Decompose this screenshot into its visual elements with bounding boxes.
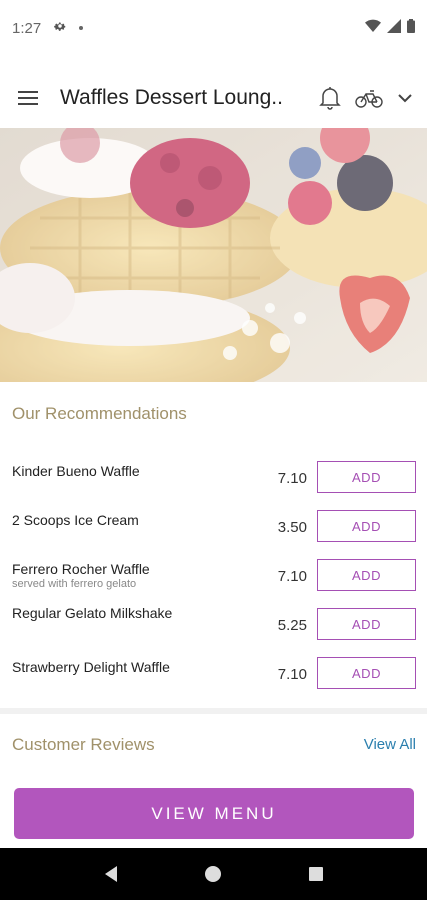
list-item: Strawberry Delight Waffle 7.10 ADD: [0, 648, 427, 697]
add-button[interactable]: ADD: [317, 461, 416, 493]
item-price: 7.10: [277, 666, 307, 683]
item-name: Strawberry Delight Waffle: [12, 659, 170, 675]
home-icon[interactable]: [193, 854, 233, 894]
recommendations-list: Kinder Bueno Waffle 7.10 ADD 2 Scoops Ic…: [0, 452, 427, 697]
recommendations-title: Our Recommendations: [12, 404, 187, 423]
list-item: Kinder Bueno Waffle 7.10 ADD: [0, 452, 427, 501]
add-button[interactable]: ADD: [317, 559, 416, 591]
item-name: Regular Gelato Milkshake: [12, 605, 173, 621]
add-button[interactable]: ADD: [317, 510, 416, 542]
gear-icon: [53, 19, 67, 37]
reviews-title: Customer Reviews: [12, 735, 155, 754]
wifi-icon: [365, 19, 381, 37]
item-name: Ferrero Rocher Waffle: [12, 561, 150, 577]
app-title: Waffles Dessert Loung..: [60, 86, 283, 109]
menu-icon[interactable]: [18, 85, 44, 111]
item-name: Kinder Bueno Waffle: [12, 463, 140, 479]
add-button[interactable]: ADD: [317, 608, 416, 640]
section-divider: [0, 708, 427, 714]
item-price: 5.25: [277, 617, 307, 634]
battery-icon: [407, 19, 415, 37]
system-nav-bar: [0, 848, 427, 900]
add-button[interactable]: ADD: [317, 657, 416, 689]
list-item: Regular Gelato Milkshake 5.25 ADD: [0, 599, 427, 648]
list-item: Ferrero Rocher Waffle served with ferrer…: [0, 550, 427, 599]
item-price: 3.50: [277, 519, 307, 536]
item-name: 2 Scoops Ice Cream: [12, 512, 139, 528]
bell-icon[interactable]: [319, 86, 341, 110]
app-bar: Waffles Dessert Loung..: [0, 70, 427, 126]
back-icon[interactable]: [91, 854, 131, 894]
item-price: 7.10: [277, 470, 307, 487]
view-menu-button[interactable]: VIEW MENU: [14, 788, 414, 839]
item-price: 7.10: [277, 568, 307, 585]
status-time: 1:27: [12, 19, 42, 37]
dot-icon: [79, 26, 84, 30]
recents-icon[interactable]: [296, 854, 336, 894]
chevron-down-icon[interactable]: [397, 92, 413, 104]
list-item: 2 Scoops Ice Cream 3.50 ADD: [0, 501, 427, 550]
hero-image: [0, 128, 427, 382]
bicycle-icon[interactable]: [355, 87, 383, 109]
signal-icon: [387, 19, 401, 37]
view-all-link[interactable]: View All: [364, 736, 416, 753]
status-bar: 1:27: [0, 0, 427, 56]
item-subtitle: served with ferrero gelato: [12, 578, 137, 590]
